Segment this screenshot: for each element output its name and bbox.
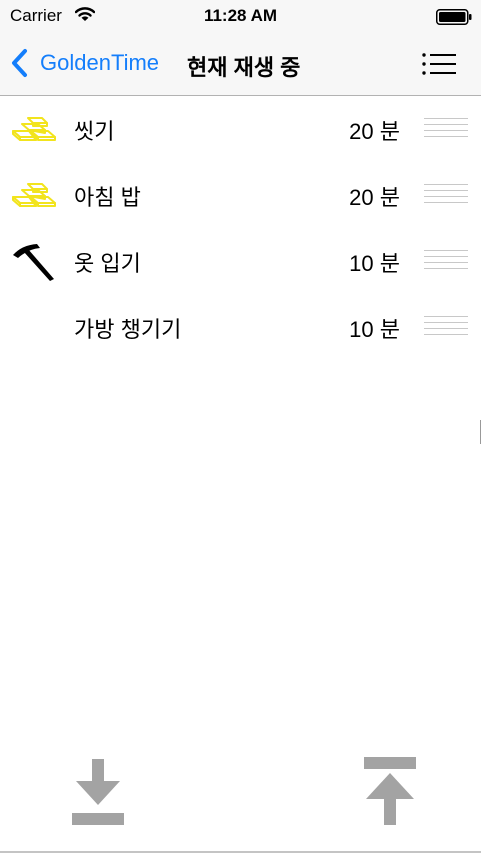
task-name: 씻기 <box>74 119 115 144</box>
page-title: 현재 재생 중 <box>187 55 301 80</box>
task-duration: 20 분 <box>349 185 400 210</box>
back-button[interactable]: GoldenTime <box>10 48 159 78</box>
task-list: 씻기 20 분 아침 밥 20 분 옷 입기 10 분 가방 챙기기 10 분 <box>0 96 481 360</box>
task-row[interactable]: 씻기 20 분 <box>0 96 481 162</box>
status-bar: Carrier 11:28 AM <box>0 0 481 32</box>
chevron-left-icon <box>12 49 27 77</box>
gold-bars-icon <box>12 183 56 207</box>
task-duration: 10 분 <box>349 251 400 276</box>
task-row[interactable]: 아침 밥 20 분 <box>0 162 481 228</box>
task-name: 아침 밥 <box>74 185 141 210</box>
move-to-top-icon[interactable] <box>362 755 418 827</box>
task-row[interactable]: 옷 입기 10 분 <box>0 228 481 294</box>
task-row[interactable]: 가방 챙기기 10 분 <box>0 294 481 360</box>
battery-icon <box>436 9 472 25</box>
move-to-bottom-icon[interactable] <box>70 755 126 827</box>
reorder-handle-icon[interactable] <box>424 250 468 272</box>
reorder-handle-icon[interactable] <box>424 118 468 140</box>
task-duration: 20 분 <box>349 119 400 144</box>
back-button-label: GoldenTime <box>40 50 160 75</box>
task-duration: 10 분 <box>349 317 400 342</box>
list-menu-icon[interactable] <box>420 50 458 78</box>
task-name: 가방 챙기기 <box>74 317 182 342</box>
navigation-bar: GoldenTime 현재 재생 중 <box>0 32 481 96</box>
status-time: 11:28 AM <box>203 6 278 25</box>
reorder-handle-icon[interactable] <box>424 184 468 206</box>
pickaxe-icon <box>13 244 54 281</box>
gold-bars-icon <box>12 117 56 141</box>
task-name: 옷 입기 <box>74 251 141 276</box>
reorder-handle-icon[interactable] <box>424 316 468 338</box>
